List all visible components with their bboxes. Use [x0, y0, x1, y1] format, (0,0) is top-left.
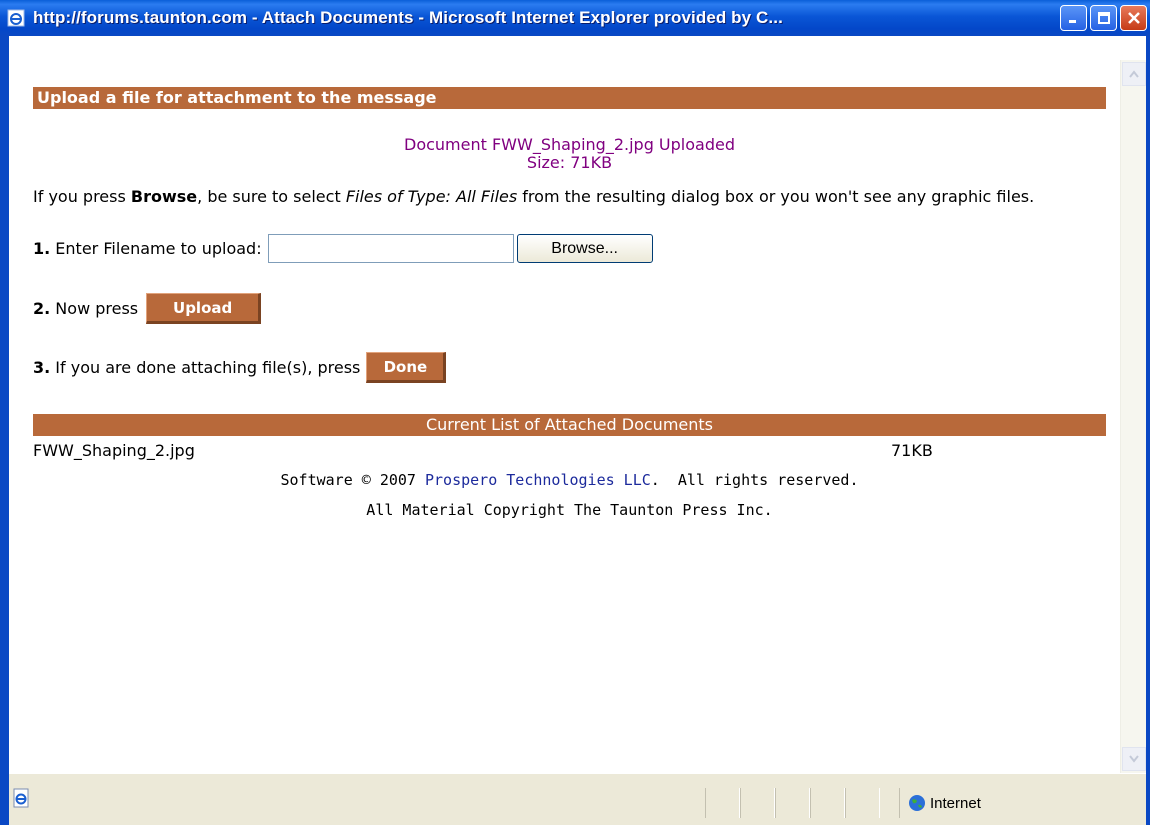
prospero-link[interactable]: Prospero Technologies LLC — [425, 471, 651, 489]
status-pane — [845, 788, 880, 818]
page-title: Upload a file for attachment to the mess… — [33, 87, 1106, 109]
step-3: 3. If you are done attaching file(s), pr… — [33, 352, 447, 383]
status-bar: Internet — [9, 773, 1146, 825]
page-content: Upload a file for attachment to the mess… — [9, 60, 1120, 773]
footer-material-copyright: All Material Copyright The Taunton Press… — [366, 501, 773, 519]
attachment-size: 71KB — [891, 441, 933, 460]
instructions-mid: , be sure to select — [197, 187, 346, 206]
footer-copyright: Software © 2007 Prospero Technologies LL… — [33, 471, 1106, 489]
status-pane — [705, 788, 740, 818]
instructions-browse: Browse — [130, 187, 198, 206]
attached-documents-header: Current List of Attached Documents — [33, 414, 1106, 436]
footer-suffix: . All rights reserved. — [650, 471, 859, 489]
scroll-up-icon[interactable] — [1122, 62, 1146, 86]
status-pane — [775, 788, 810, 818]
filename-input[interactable] — [267, 234, 514, 263]
upload-status-size: Size: 71KB — [526, 153, 613, 172]
security-zone: Internet — [899, 788, 1119, 818]
vertical-scrollbar[interactable] — [1120, 60, 1146, 773]
window-title: http://forums.taunton.com - Attach Docum… — [33, 8, 783, 27]
upload-button[interactable]: Upload — [146, 293, 262, 324]
globe-icon — [908, 794, 926, 816]
step-1: 1. Enter Filename to upload: Browse... — [33, 234, 653, 263]
footer-prefix: Software © 2007 — [280, 471, 425, 489]
status-pane — [740, 788, 775, 818]
instructions-text: If you press Browse, be sure to select F… — [33, 187, 1093, 206]
instructions-post: from the resulting dialog box or you won… — [517, 187, 1035, 206]
list-item: FWW_Shaping_2.jpg 71KB — [33, 441, 1106, 463]
ie-page-icon — [11, 788, 31, 808]
minimize-icon[interactable] — [1060, 5, 1087, 31]
attachment-name: FWW_Shaping_2.jpg — [33, 441, 195, 460]
window-controls — [1060, 5, 1147, 31]
window-titlebar[interactable]: http://forums.taunton.com - Attach Docum… — [0, 0, 1150, 36]
step-2: 2. Now press Upload — [33, 293, 262, 324]
window-frame-right — [1146, 36, 1150, 825]
instructions-pre: If you press — [33, 187, 131, 206]
window-frame-left — [0, 36, 9, 825]
zone-label: Internet — [930, 794, 981, 812]
scroll-down-icon[interactable] — [1122, 747, 1146, 771]
close-icon[interactable] — [1120, 5, 1147, 31]
step-3-label: If you are done attaching file(s), press — [50, 358, 361, 377]
done-button[interactable]: Done — [366, 352, 447, 383]
upload-status: Document FWW_Shaping_2.jpg Uploaded Size… — [33, 136, 1106, 172]
step-2-label: Now press — [50, 299, 139, 318]
upload-status-message: Document FWW_Shaping_2.jpg Uploaded — [404, 135, 735, 154]
status-pane — [810, 788, 845, 818]
step-1-number: 1. — [33, 239, 51, 258]
browse-button[interactable]: Browse... — [516, 234, 653, 263]
step-3-number: 3. — [33, 358, 51, 377]
ie-page-icon — [5, 7, 27, 29]
status-panes — [705, 788, 880, 818]
instructions-filetype: Files of Type: All Files — [345, 187, 518, 206]
maximize-icon[interactable] — [1090, 5, 1117, 31]
step-1-label: Enter Filename to upload: — [50, 239, 262, 258]
step-2-number: 2. — [33, 299, 51, 318]
